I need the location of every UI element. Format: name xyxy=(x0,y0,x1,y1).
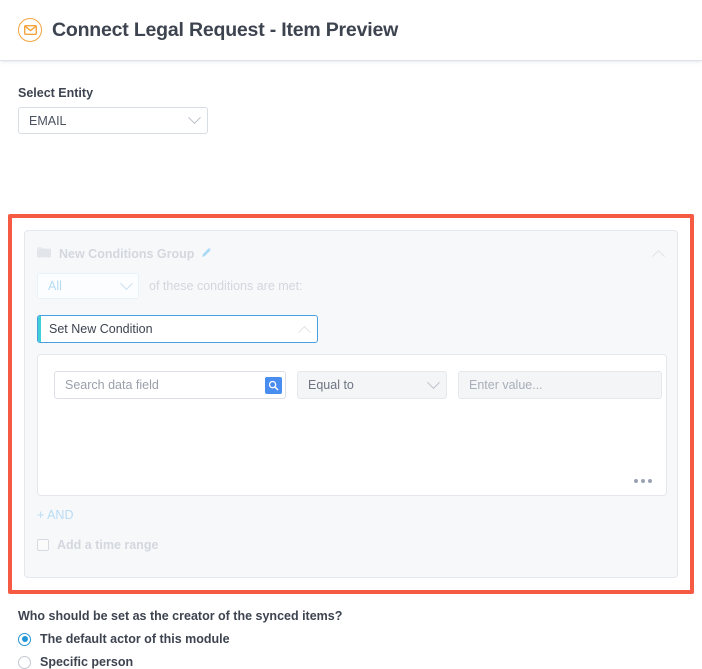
operator-select[interactable]: Equal to xyxy=(297,371,447,399)
radio-indicator[interactable] xyxy=(18,656,31,669)
creator-section: Who should be set as the creator of the … xyxy=(18,609,702,669)
folder-icon xyxy=(37,245,51,263)
chevron-up-icon xyxy=(652,250,665,263)
ellipsis-icon[interactable] xyxy=(634,479,652,483)
radio-indicator[interactable] xyxy=(18,633,31,646)
match-mode-value: All xyxy=(48,279,122,293)
condition-value-placeholder: Enter value... xyxy=(469,378,543,392)
match-mode-row: All of these conditions are met: xyxy=(25,263,677,299)
main-content: Select Entity EMAIL New Conditions Group xyxy=(0,61,702,669)
entity-select-value: EMAIL xyxy=(29,114,190,128)
chevron-down-icon xyxy=(427,376,440,389)
match-mode-caption: of these conditions are met: xyxy=(149,279,303,293)
chevron-down-icon xyxy=(188,111,201,124)
set-new-condition-value: Set New Condition xyxy=(49,322,300,336)
entity-select[interactable]: EMAIL xyxy=(18,107,208,134)
radio-label: The default actor of this module xyxy=(40,632,230,646)
operator-value: Equal to xyxy=(308,378,429,392)
radio-option-default-actor[interactable]: The default actor of this module xyxy=(18,632,702,646)
set-new-condition-select[interactable]: Set New Condition xyxy=(37,315,318,343)
chevron-up-icon xyxy=(298,325,311,338)
pencil-icon[interactable] xyxy=(201,245,212,263)
data-field-search-input[interactable]: Search data field xyxy=(54,371,286,399)
page-title: Connect Legal Request - Item Preview xyxy=(52,19,398,42)
conditions-group-title: New Conditions Group xyxy=(59,247,194,261)
condition-value-input[interactable]: Enter value... xyxy=(458,371,662,399)
focus-accent-bar xyxy=(38,316,41,342)
dot xyxy=(648,479,652,483)
add-and-condition-link[interactable]: + AND xyxy=(25,496,73,522)
condition-card: Search data field Equal to xyxy=(37,354,667,496)
dot xyxy=(641,479,645,483)
radio-label: Specific person xyxy=(40,655,133,669)
creator-question: Who should be set as the creator of the … xyxy=(18,609,702,623)
radio-option-specific-person[interactable]: Specific person xyxy=(18,655,702,669)
condition-row: Search data field Equal to xyxy=(38,355,666,399)
conditions-group-header: New Conditions Group xyxy=(25,231,677,263)
email-circle-icon xyxy=(18,18,42,42)
add-time-range-row[interactable]: Add a time range xyxy=(25,524,677,552)
search-icon[interactable] xyxy=(265,377,282,394)
select-entity-label: Select Entity xyxy=(0,61,702,107)
add-time-range-label: Add a time range xyxy=(57,538,158,552)
set-condition-wrap: Set New Condition xyxy=(25,299,677,343)
app-header: Connect Legal Request - Item Preview xyxy=(0,0,702,61)
data-field-placeholder: Search data field xyxy=(65,378,265,392)
dot xyxy=(634,479,638,483)
conditions-group-collapse-toggle[interactable] xyxy=(654,245,665,263)
add-time-range-checkbox[interactable] xyxy=(37,539,49,551)
conditions-group-panel: New Conditions Group All of these condit… xyxy=(24,230,678,578)
highlight-annotation-frame: New Conditions Group All of these condit… xyxy=(8,214,694,594)
match-mode-select[interactable]: All xyxy=(37,273,139,299)
chevron-down-icon xyxy=(120,277,133,290)
